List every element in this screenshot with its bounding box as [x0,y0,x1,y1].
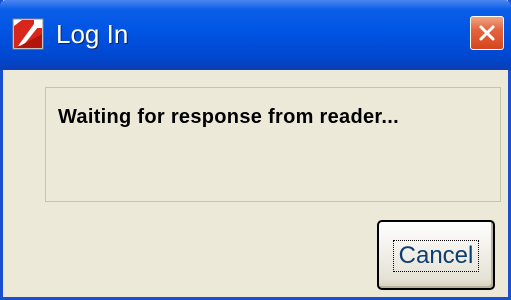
dialog-body: Waiting for response from reader... Canc… [3,70,508,297]
title-bar[interactable]: Log In [0,0,511,70]
app-logo-icon [12,18,44,50]
cancel-button-label: Cancel [393,240,479,272]
window-title: Log In [56,19,129,49]
message-panel: Waiting for response from reader... [45,87,501,202]
status-message: Waiting for response from reader... [58,106,399,128]
close-button[interactable] [470,16,504,50]
cancel-button[interactable]: Cancel [377,220,495,290]
log-in-dialog: Log In Waiting for response from reader.… [0,0,511,300]
